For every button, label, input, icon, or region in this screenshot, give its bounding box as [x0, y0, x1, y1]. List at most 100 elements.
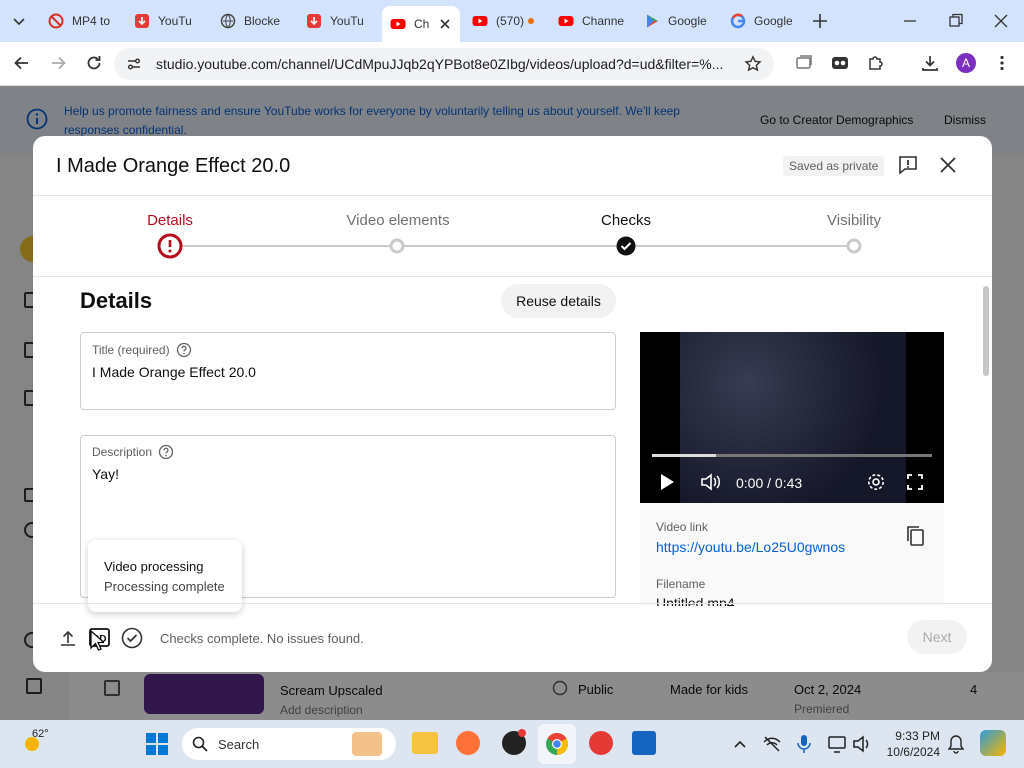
minimize-icon — [904, 20, 916, 22]
step-checks[interactable]: Checks — [556, 212, 696, 229]
reload-button[interactable] — [84, 53, 104, 73]
browser-tab[interactable]: (570) — [464, 6, 550, 36]
back-button[interactable] — [12, 53, 32, 73]
help-icon[interactable] — [176, 342, 192, 358]
help-icon[interactable] — [158, 444, 174, 460]
glasses-icon — [832, 57, 848, 69]
tab-label: Google — [754, 14, 793, 28]
headphones-taskbar-icon[interactable] — [589, 731, 613, 755]
video-preview-card: 0:00 / 0:43 Video link https://youtu.be/… — [640, 332, 944, 606]
volume-icon[interactable] — [700, 472, 722, 492]
extension-button[interactable] — [794, 53, 814, 73]
footer-divider — [33, 603, 992, 604]
fullscreen-icon[interactable] — [906, 473, 924, 491]
tab-search-button[interactable] — [10, 12, 28, 30]
site-settings-icon[interactable] — [126, 56, 142, 72]
video-link[interactable]: https://youtu.be/Lo25U0gwnos — [656, 539, 845, 555]
clock-date[interactable]: 10/6/2024 — [870, 745, 940, 759]
copilot-icon[interactable] — [980, 730, 1006, 756]
video-player[interactable]: 0:00 / 0:43 — [640, 332, 944, 503]
settings-gear-icon[interactable] — [866, 472, 886, 492]
title-label: Title (required) — [92, 342, 192, 358]
close-dialog-icon[interactable] — [937, 154, 959, 176]
browser-tab[interactable]: Channe — [550, 6, 636, 36]
microphone-icon[interactable] — [796, 733, 812, 755]
close-window-button[interactable] — [991, 11, 1011, 31]
browser-tab[interactable]: YouTu — [298, 6, 384, 36]
copy-icon[interactable] — [906, 525, 926, 547]
title-field[interactable]: Title (required) I Made Orange Effect 20… — [80, 332, 616, 410]
taskbar-search-box[interactable]: Search — [182, 728, 396, 760]
video-progress-track[interactable] — [652, 454, 932, 457]
browser-tab[interactable]: Google — [722, 6, 808, 36]
tab-label: Ch — [414, 17, 430, 31]
check-step-icon[interactable] — [616, 236, 636, 256]
globe-icon — [220, 13, 236, 29]
notification-dot — [518, 729, 526, 737]
address-bar[interactable]: studio.youtube.com/channel/UCdMpuJJqb2qY… — [114, 48, 774, 80]
error-step-icon[interactable] — [157, 233, 183, 259]
clock-time[interactable]: 9:33 PM — [880, 729, 940, 743]
title-label-text: Title (required) — [92, 343, 170, 357]
filename-value: Untitled.mp4 — [656, 595, 735, 606]
weather-temp[interactable]: 62° — [32, 728, 49, 740]
search-highlight-image — [352, 732, 382, 756]
downloads-button[interactable] — [920, 53, 940, 73]
windows-taskbar: 62° Search 9:33 PM 10/6/2024 — [0, 720, 1024, 768]
plus-icon — [813, 14, 827, 28]
url-text[interactable]: studio.youtube.com/channel/UCdMpuJJqb2qY… — [156, 56, 726, 72]
checks-done-icon[interactable] — [121, 627, 143, 649]
app-taskbar-icon-2[interactable] — [632, 731, 656, 755]
play-icon[interactable] — [658, 472, 676, 492]
youtube-icon — [390, 19, 406, 29]
pending-step-icon[interactable] — [389, 238, 405, 254]
browser-tab[interactable]: YouTu — [126, 6, 212, 36]
star-icon[interactable] — [744, 55, 762, 73]
arrow-left-icon — [14, 56, 28, 70]
profile-avatar[interactable]: A — [956, 53, 976, 73]
file-explorer-taskbar-icon[interactable] — [412, 732, 438, 754]
more-vert-icon — [1000, 55, 1004, 71]
report-icon[interactable] — [897, 154, 919, 176]
browser-tab[interactable]: MP4 to — [40, 6, 126, 36]
next-button[interactable]: Next — [907, 620, 967, 654]
minimize-button[interactable] — [900, 11, 920, 31]
step-details[interactable]: Details — [100, 212, 240, 229]
browser-menu-button[interactable] — [992, 53, 1012, 73]
dialog-scrollbar[interactable] — [983, 286, 989, 376]
browser-tab-active[interactable]: Ch — [382, 6, 460, 42]
browser-tab[interactable]: Blocke — [212, 6, 298, 36]
download-icon — [135, 14, 149, 28]
firefox-taskbar-icon[interactable] — [456, 731, 480, 755]
search-icon — [192, 736, 208, 752]
upload-icon[interactable] — [59, 629, 77, 647]
arrow-right-icon — [52, 56, 66, 70]
avatar-initial: A — [961, 56, 970, 70]
extensions-button[interactable] — [866, 53, 886, 73]
speaker-icon[interactable] — [852, 734, 872, 754]
close-tab-icon[interactable] — [438, 17, 452, 31]
forward-button[interactable] — [48, 53, 68, 73]
browser-tab[interactable]: Google — [636, 6, 722, 36]
search-placeholder: Search — [218, 737, 260, 752]
windows-start-icon[interactable] — [145, 732, 169, 756]
saved-badge: Saved as private — [783, 156, 885, 176]
video-link-label: Video link — [656, 520, 708, 534]
pending-step-icon[interactable] — [846, 238, 862, 254]
tab-label: YouTu — [330, 14, 364, 28]
title-input[interactable]: I Made Orange Effect 20.0 — [92, 364, 256, 380]
description-input[interactable]: Yay! — [92, 466, 119, 482]
restore-button[interactable] — [946, 11, 966, 31]
chrome-taskbar-icon[interactable] — [538, 724, 576, 764]
stepper-line — [170, 245, 854, 247]
extension-button[interactable] — [830, 53, 850, 73]
notification-bell-icon[interactable] — [947, 734, 965, 754]
step-visibility[interactable]: Visibility — [784, 212, 924, 229]
chevron-up-icon[interactable] — [733, 737, 747, 751]
reload-icon — [87, 56, 101, 70]
network-off-icon[interactable] — [762, 734, 782, 754]
reuse-details-button[interactable]: Reuse details — [501, 284, 616, 318]
display-icon[interactable] — [827, 734, 847, 754]
step-video-elements[interactable]: Video elements — [328, 212, 468, 229]
new-tab-button[interactable] — [810, 11, 830, 31]
